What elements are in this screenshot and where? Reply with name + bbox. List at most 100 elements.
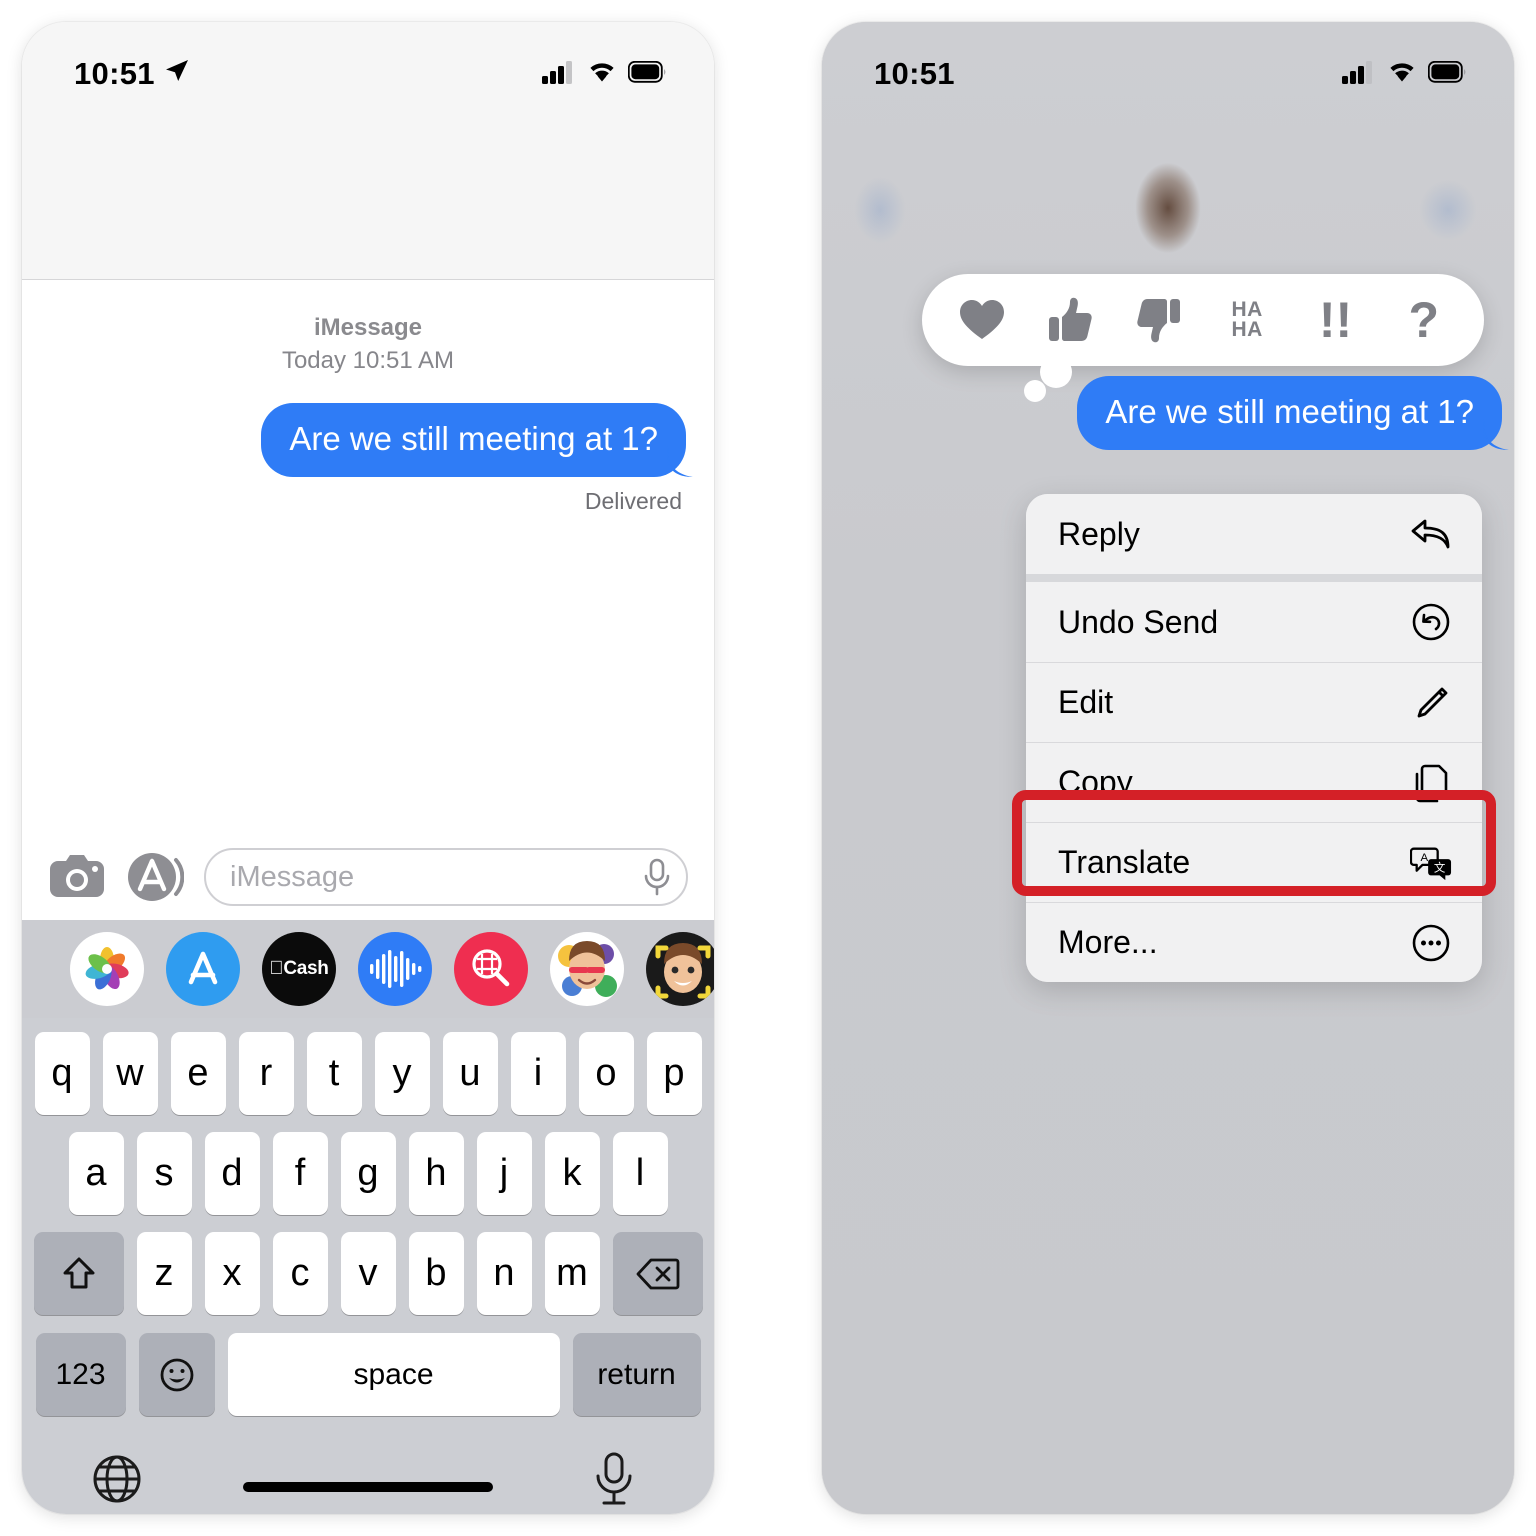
- context-menu-item-more[interactable]: More...: [1026, 902, 1482, 982]
- message-input-field[interactable]: iMessage: [204, 848, 688, 906]
- app-icon-photos[interactable]: [70, 932, 144, 1006]
- context-menu-item-label: Translate: [1058, 844, 1191, 880]
- key-b[interactable]: b: [408, 1232, 464, 1315]
- tapback-reaction-bar: HA HA !! ?: [922, 274, 1484, 366]
- app-icon-memoji-stickers[interactable]: [550, 932, 624, 1006]
- key-s[interactable]: s: [136, 1132, 192, 1215]
- keyboard-row-2: a s d f g h j k l: [22, 1132, 714, 1215]
- reply-arrow-icon: [1410, 513, 1452, 555]
- haha-icon: HA HA: [1231, 299, 1263, 341]
- microphone-icon: [596, 1452, 632, 1505]
- message-bubble-focused[interactable]: Are we still meeting at 1?: [1077, 376, 1509, 450]
- phone-right-context-menu: 10:51 HA HA !! ? Are we still meeting at…: [822, 22, 1514, 1514]
- message-input-bar: iMessage: [22, 834, 714, 920]
- message-context-menu: Reply Undo Send Edit Copy Translate A 文 …: [1026, 494, 1482, 982]
- on-screen-keyboard: q w e r t y u i o p a s d f g h j k l z …: [22, 1018, 714, 1514]
- timestamp-text: Today 10:51 AM: [281, 347, 455, 374]
- message-row-outgoing-focused: Are we still meeting at 1?: [1077, 376, 1509, 450]
- keyboard-row-3: z x c v b n m: [22, 1232, 714, 1315]
- imessage-apps-button[interactable]: [126, 848, 185, 906]
- context-menu-item-edit[interactable]: Edit: [1026, 662, 1482, 742]
- key-r[interactable]: r: [238, 1032, 294, 1115]
- key-z[interactable]: z: [136, 1232, 192, 1315]
- shift-key[interactable]: [33, 1232, 124, 1315]
- tapback-heart[interactable]: [949, 287, 1015, 353]
- key-c[interactable]: c: [272, 1232, 328, 1315]
- emoji-icon: [160, 1358, 193, 1391]
- tapback-tail-dot-small: [1024, 380, 1046, 402]
- return-key[interactable]: return: [572, 1333, 701, 1416]
- message-timestamp: iMessage Today 10:51 AM: [50, 311, 686, 377]
- key-l[interactable]: l: [612, 1132, 668, 1215]
- app-icon-audio-message[interactable]: [358, 932, 432, 1006]
- context-menu-item-reply[interactable]: Reply: [1026, 494, 1482, 574]
- svg-text:A: A: [1420, 852, 1428, 864]
- tapback-question[interactable]: ?: [1391, 287, 1457, 353]
- key-d[interactable]: d: [204, 1132, 260, 1215]
- context-menu-item-undo-send[interactable]: Undo Send: [1026, 582, 1482, 662]
- imessage-app-drawer: Cash: [22, 920, 714, 1018]
- key-g[interactable]: g: [340, 1132, 396, 1215]
- dictation-button[interactable]: [640, 857, 674, 897]
- space-key[interactable]: space: [227, 1333, 560, 1416]
- tapback-exclamation[interactable]: !!: [1302, 287, 1368, 353]
- svg-text:文: 文: [1434, 860, 1446, 874]
- key-m[interactable]: m: [544, 1232, 600, 1315]
- app-icon-apple-cash[interactable]: Cash: [262, 932, 336, 1006]
- key-w[interactable]: w: [102, 1032, 158, 1115]
- key-n[interactable]: n: [476, 1232, 532, 1315]
- app-icon-hashtag-images[interactable]: [454, 932, 528, 1006]
- context-menu-item-translate[interactable]: Translate A 文: [1026, 822, 1482, 902]
- message-row-outgoing: Are we still meeting at 1?: [50, 403, 693, 477]
- key-t[interactable]: t: [306, 1032, 362, 1115]
- app-icon-memoji-camera[interactable]: [646, 932, 714, 1006]
- key-j[interactable]: j: [476, 1132, 532, 1215]
- key-p[interactable]: p: [646, 1032, 702, 1115]
- context-menu-group-2: Undo Send Edit Copy Translate A 文 More..…: [1026, 582, 1482, 982]
- key-x[interactable]: x: [204, 1232, 260, 1315]
- bubble-tail: [667, 446, 693, 477]
- question-icon: ?: [1408, 292, 1440, 348]
- key-h[interactable]: h: [408, 1132, 464, 1215]
- tapback-tail-dot-large: [1040, 356, 1072, 388]
- context-menu-item-label: Reply: [1058, 515, 1140, 552]
- tapback-thumbs-up[interactable]: [1037, 287, 1103, 353]
- context-menu-group-1: Reply: [1026, 494, 1482, 574]
- bubble-tail: [1483, 419, 1509, 450]
- phone-left-conversation: 10:51 iMessage Today 10:51 AM Are we sti…: [22, 22, 714, 1514]
- dictation-key[interactable]: [590, 1450, 648, 1510]
- context-menu-item-copy[interactable]: Copy: [1026, 742, 1482, 822]
- backspace-key[interactable]: [612, 1232, 703, 1315]
- ellipsis-circle-icon: [1410, 922, 1452, 964]
- haha-line-2: HA: [1231, 318, 1263, 341]
- emoji-key[interactable]: [138, 1333, 215, 1416]
- numeric-key[interactable]: 123: [35, 1333, 126, 1416]
- key-a[interactable]: a: [68, 1132, 124, 1215]
- key-u[interactable]: u: [442, 1032, 498, 1115]
- undo-circle-icon: [1410, 601, 1452, 643]
- key-e[interactable]: e: [170, 1032, 226, 1115]
- key-o[interactable]: o: [578, 1032, 634, 1115]
- tapback-haha[interactable]: HA HA: [1214, 287, 1280, 353]
- message-text: Are we still meeting at 1?: [289, 420, 658, 457]
- key-k[interactable]: k: [544, 1132, 600, 1215]
- message-bubble-outgoing[interactable]: Are we still meeting at 1?: [261, 403, 693, 477]
- globe-key[interactable]: [88, 1450, 146, 1510]
- key-y[interactable]: y: [374, 1032, 430, 1115]
- app-icon-app-store[interactable]: [166, 932, 240, 1006]
- key-i[interactable]: i: [510, 1032, 566, 1115]
- camera-button[interactable]: [48, 848, 106, 906]
- key-q[interactable]: q: [34, 1032, 90, 1115]
- conversation-navbar: [22, 22, 714, 280]
- app-store-icon: [128, 853, 185, 901]
- key-f[interactable]: f: [272, 1132, 328, 1215]
- conversation-thread: iMessage Today 10:51 AM Are we still mee…: [22, 281, 714, 834]
- exclamation-icon: !!: [1318, 292, 1353, 348]
- heart-icon: [960, 300, 1005, 339]
- translate-icon: A 文: [1410, 842, 1452, 884]
- key-v[interactable]: v: [340, 1232, 396, 1315]
- context-menu-item-label: Edit: [1058, 684, 1114, 720]
- shift-icon: [63, 1257, 94, 1288]
- message-text: Are we still meeting at 1?: [1105, 393, 1474, 430]
- tapback-thumbs-down[interactable]: [1126, 287, 1192, 353]
